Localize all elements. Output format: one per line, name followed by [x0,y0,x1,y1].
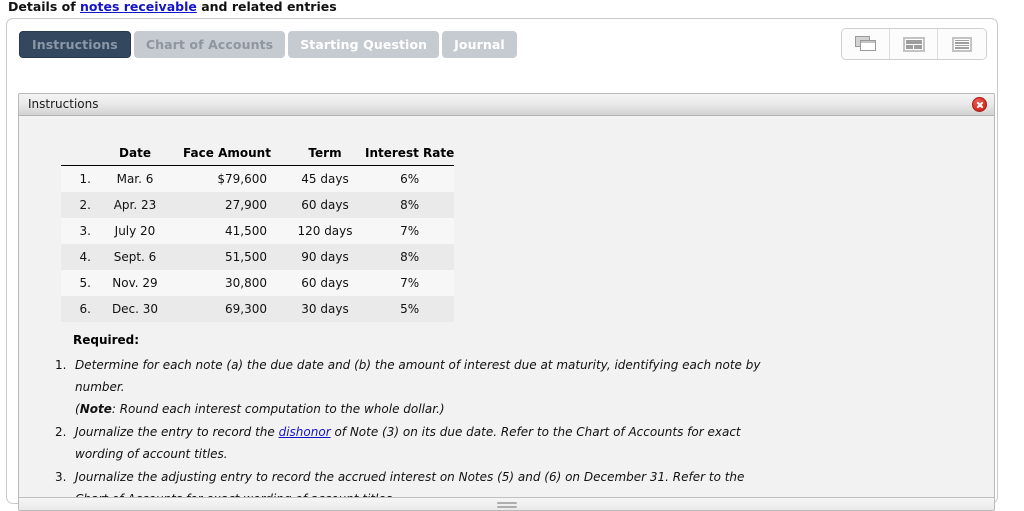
cell-rate: 5% [400,302,420,316]
notes-receivable-link[interactable]: notes receivable [80,0,197,14]
note-rest: : Round each interest computation to the… [111,402,445,416]
close-icon[interactable] [972,97,987,112]
cell-rate: 7% [400,224,420,238]
cell-rate: 8% [400,198,420,212]
cell-date: Sept. 6 [113,250,157,264]
cell-face: 30,800 [225,276,267,290]
cell-face: $79,600 [217,172,267,186]
cell-term: 120 days [297,224,353,238]
table-header: Date Face Amount Term Interest Rate [61,146,455,166]
view-cascade-button[interactable] [842,29,890,59]
required-heading: Required: [73,333,140,347]
cell-date: Dec. 30 [111,302,159,316]
cell-face: 41,500 [225,224,267,238]
table-row: 1. Mar. 6 $79,600 45 days 6% [61,165,455,192]
panel-title: Instructions [28,97,99,111]
column-header-date: Date [101,146,169,166]
cell-face: 69,300 [225,302,267,316]
column-header-face-amount: Face Amount [169,146,285,166]
instructions-panel: Instructions Date Face Amount Term Inter… [18,93,995,511]
view-list-button[interactable] [938,29,986,59]
tab-bar: Instructions Chart of Accounts Starting … [19,31,517,58]
cell-term: 60 days [301,276,349,290]
cell-face: 51,500 [225,250,267,264]
cell-rate: 7% [400,276,420,290]
view-split-button[interactable] [890,29,938,59]
cell-term: 45 days [301,172,349,186]
cell-date: Nov. 29 [112,276,158,290]
required-item-1: 1. Determine for each note (a) the due d… [55,354,775,420]
cell-rate: 6% [400,172,420,186]
required-list: 1. Determine for each note (a) the due d… [55,354,775,510]
table-row: 6. Dec. 30 69,300 30 days 5% [61,296,455,322]
cell-index: 1. [79,172,91,186]
column-header-index [61,146,101,166]
cell-date: Mar. 6 [116,172,154,186]
cell-index: 6. [79,302,91,316]
column-header-term: Term [285,146,365,166]
required-item-1-number: 1. [55,358,67,372]
cell-term: 30 days [301,302,349,316]
table-body: 1. Mar. 6 $79,600 45 days 6% 2. Apr. 23 … [61,165,455,322]
cell-index: 3. [79,224,91,238]
cell-date: Apr. 23 [113,198,157,212]
panel-titlebar: Instructions [19,94,994,116]
required-item-1-note: (Note: Round each interest computation t… [75,398,775,420]
cell-term: 90 days [301,250,349,264]
panel-resize-handle[interactable] [19,497,994,510]
page-title: Details of notes receivable and related … [8,0,337,15]
cell-index: 5. [79,276,91,290]
notes-table: Date Face Amount Term Interest Rate 1. M… [61,146,455,322]
cascade-windows-icon [854,36,877,52]
cell-date: July 20 [114,224,156,238]
cell-index: 4. [79,250,91,264]
note-label: Note [79,402,112,416]
cell-face: 27,900 [225,198,267,212]
required-item-2-number: 2. [55,425,67,439]
page-title-prefix: Details of [8,0,81,14]
cell-rate: 8% [400,250,420,264]
list-view-icon [952,36,972,52]
tab-chart-of-accounts[interactable]: Chart of Accounts [133,31,286,58]
required-item-2: 2. Journalize the entry to record the di… [55,421,775,465]
table-row: 4. Sept. 6 51,500 90 days 8% [61,244,455,270]
required-item-2-text-before: Journalize the entry to record the [75,425,279,439]
tab-starting-question[interactable]: Starting Question [288,31,440,58]
dishonor-link[interactable]: dishonor [279,425,331,439]
table-row: 2. Apr. 23 27,900 60 days 8% [61,192,455,218]
column-header-interest-rate: Interest Rate [365,146,455,166]
split-view-icon [902,36,925,52]
page-title-suffix: and related entries [196,0,337,14]
panel-body: Date Face Amount Term Interest Rate 1. M… [19,116,994,510]
tab-journal[interactable]: Journal [442,31,517,58]
cell-index: 2. [79,198,91,212]
required-item-1-text: Determine for each note (a) the due date… [75,358,761,394]
table-row: 5. Nov. 29 30,800 60 days 7% [61,270,455,296]
table-header-row: Date Face Amount Term Interest Rate [61,146,455,166]
table-row: 3. July 20 41,500 120 days 7% [61,218,455,244]
window-frame: Instructions Chart of Accounts Starting … [6,18,998,511]
view-toggle-group [841,28,987,60]
cell-term: 60 days [301,198,349,212]
tab-instructions[interactable]: Instructions [19,31,131,58]
required-item-3-number: 3. [55,470,67,484]
